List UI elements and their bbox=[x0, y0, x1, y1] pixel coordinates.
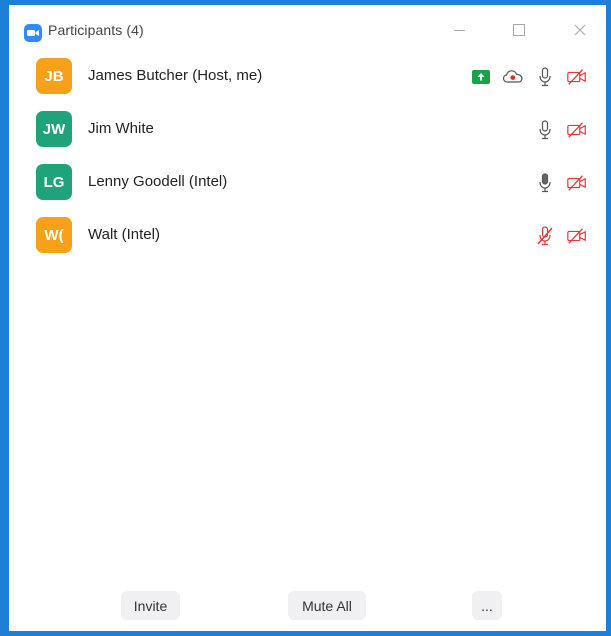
participant-row[interactable]: JW Jim White bbox=[9, 105, 606, 158]
window-title: Participants (4) bbox=[48, 22, 144, 38]
video-off-icon[interactable] bbox=[566, 172, 588, 194]
participants-window: Participants (4) JB James Butcher (Host,… bbox=[0, 0, 611, 636]
participant-status-icons bbox=[534, 172, 588, 194]
close-icon bbox=[574, 24, 586, 36]
microphone-icon[interactable] bbox=[534, 66, 556, 88]
microphone-active-icon[interactable] bbox=[534, 172, 556, 194]
avatar: W( bbox=[36, 217, 72, 253]
participant-name: Jim White bbox=[88, 120, 154, 137]
participant-status-icons bbox=[534, 225, 588, 247]
participant-list: JB James Butcher (Host, me) JW Jim White… bbox=[9, 52, 606, 264]
participant-row[interactable]: LG Lenny Goodell (Intel) bbox=[9, 158, 606, 211]
participant-name: Lenny Goodell (Intel) bbox=[88, 173, 228, 190]
share-screen-icon bbox=[470, 66, 492, 88]
cloud-record-icon bbox=[502, 66, 524, 88]
participant-status-icons bbox=[534, 119, 588, 141]
participant-status-icons bbox=[470, 66, 588, 88]
video-off-icon[interactable] bbox=[566, 225, 588, 247]
video-off-icon[interactable] bbox=[566, 66, 588, 88]
close-button[interactable] bbox=[560, 15, 600, 45]
zoom-camera-icon bbox=[24, 24, 42, 42]
invite-button[interactable]: Invite bbox=[121, 591, 180, 620]
footer-toolbar: Invite Mute All ... bbox=[9, 587, 606, 631]
participant-row[interactable]: JB James Butcher (Host, me) bbox=[9, 52, 606, 105]
maximize-icon bbox=[513, 24, 525, 36]
participant-row[interactable]: W( Walt (Intel) bbox=[9, 211, 606, 264]
microphone-icon[interactable] bbox=[534, 119, 556, 141]
participant-name: James Butcher (Host, me) bbox=[88, 67, 263, 84]
participant-name: Walt (Intel) bbox=[88, 226, 160, 243]
more-options-button[interactable]: ... bbox=[472, 591, 502, 620]
maximize-button[interactable] bbox=[499, 15, 539, 45]
avatar: JW bbox=[36, 111, 72, 147]
avatar: LG bbox=[36, 164, 72, 200]
avatar: JB bbox=[36, 58, 72, 94]
mute-all-button[interactable]: Mute All bbox=[288, 591, 366, 620]
title-bar[interactable]: Participants (4) bbox=[9, 5, 606, 51]
microphone-muted-icon[interactable] bbox=[534, 225, 556, 247]
minimize-icon bbox=[453, 29, 465, 31]
video-off-icon[interactable] bbox=[566, 119, 588, 141]
minimize-button[interactable] bbox=[439, 15, 479, 45]
